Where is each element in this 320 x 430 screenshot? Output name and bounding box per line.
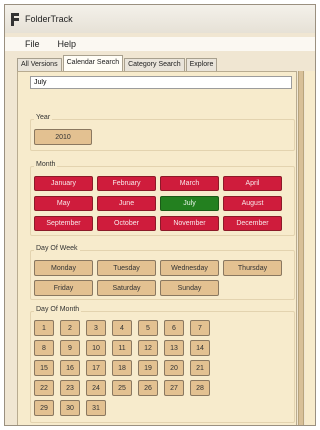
day-button-9[interactable]: 9	[60, 340, 80, 356]
day-button-21[interactable]: 21	[190, 360, 210, 376]
month-button-december[interactable]: December	[223, 216, 282, 231]
month-button-february[interactable]: February	[97, 176, 156, 191]
day-button-18[interactable]: 18	[112, 360, 132, 376]
day-button-22[interactable]: 22	[34, 380, 54, 396]
day-button-17[interactable]: 17	[86, 360, 106, 376]
day-button-24[interactable]: 24	[86, 380, 106, 396]
day-button-23[interactable]: 23	[60, 380, 80, 396]
weekday-button-monday[interactable]: Monday	[34, 260, 93, 276]
day-button-4[interactable]: 4	[112, 320, 132, 336]
day-button-19[interactable]: 19	[138, 360, 158, 376]
tab-bar: All Versions Calendar Search Category Se…	[17, 55, 218, 71]
day-of-month-group-label: Day Of Month	[34, 306, 82, 313]
right-pane	[305, 71, 315, 425]
day-button-14[interactable]: 14	[190, 340, 210, 356]
year-group-label: Year	[34, 114, 53, 121]
calendar-search-panel: Year 2010 Month JanuaryFebruaryMarchApri…	[17, 71, 297, 425]
month-button-may[interactable]: May	[34, 196, 93, 211]
day-button-26[interactable]: 26	[138, 380, 158, 396]
splitter-bar[interactable]	[298, 71, 304, 425]
month-group-label: Month	[34, 161, 58, 168]
day-button-25[interactable]: 25	[112, 380, 132, 396]
year-button-2010[interactable]: 2010	[34, 129, 92, 145]
day-button-5[interactable]: 5	[138, 320, 158, 336]
day-button-11[interactable]: 11	[112, 340, 132, 356]
day-button-1[interactable]: 1	[34, 320, 54, 336]
day-button-20[interactable]: 20	[164, 360, 184, 376]
day-of-month-group: Day Of Month 1 2 3 4 5 6 7 8 9 10 11 12 13 14 15 16 17 18…	[30, 306, 295, 423]
day-button-13[interactable]: 13	[164, 340, 184, 356]
foldertrack-logo-icon	[10, 12, 20, 26]
month-button-march[interactable]: March	[160, 176, 219, 191]
day-button-30[interactable]: 30	[60, 400, 80, 416]
month-button-august[interactable]: August	[223, 196, 282, 211]
day-button-6[interactable]: 6	[164, 320, 184, 336]
weekday-button-thursday[interactable]: Thursday	[223, 260, 282, 276]
day-button-2[interactable]: 2	[60, 320, 80, 336]
menu-file[interactable]: File	[25, 39, 40, 49]
menu-help[interactable]: Help	[58, 39, 77, 49]
day-button-15[interactable]: 15	[34, 360, 54, 376]
month-group: Month January February March April May June Ju…	[30, 161, 295, 236]
day-button-16[interactable]: 16	[60, 360, 80, 376]
menu-bar: File Help	[5, 37, 315, 51]
title-bar: FolderTrack	[5, 5, 315, 33]
day-button-7[interactable]: 7	[190, 320, 210, 336]
window-title: FolderTrack	[25, 14, 73, 24]
month-button-june[interactable]: June	[97, 196, 156, 211]
day-button-29[interactable]: 29	[34, 400, 54, 416]
month-button-october[interactable]: October	[97, 216, 156, 231]
month-button-november[interactable]: November	[160, 216, 219, 231]
day-button-28[interactable]: 28	[190, 380, 210, 396]
day-of-week-group-label: Day Of Week	[34, 245, 80, 252]
day-button-27[interactable]: 27	[164, 380, 184, 396]
weekday-button-sunday[interactable]: Sunday	[160, 280, 219, 296]
day-button-3[interactable]: 3	[86, 320, 106, 336]
weekday-button-saturday[interactable]: Saturday	[97, 280, 156, 296]
search-input[interactable]	[30, 76, 292, 89]
month-button-april[interactable]: April	[223, 176, 282, 191]
month-button-january[interactable]: January	[34, 176, 93, 191]
tab-calendar-search[interactable]: Calendar Search	[62, 55, 124, 71]
day-button-31[interactable]: 31	[86, 400, 106, 416]
tab-category-search[interactable]: Category Search	[124, 58, 185, 71]
tab-explore[interactable]: Explore	[185, 58, 218, 71]
year-group: Year 2010	[30, 114, 295, 151]
day-button-8[interactable]: 8	[34, 340, 54, 356]
tab-all-versions[interactable]: All Versions	[17, 58, 62, 71]
weekday-button-wednesday[interactable]: Wednesday	[160, 260, 219, 276]
weekday-button-tuesday[interactable]: Tuesday	[97, 260, 156, 276]
app-window: FolderTrack File Help All Versions Calen…	[4, 4, 316, 426]
day-button-10[interactable]: 10	[86, 340, 106, 356]
weekday-button-friday[interactable]: Friday	[34, 280, 93, 296]
day-button-12[interactable]: 12	[138, 340, 158, 356]
month-button-september[interactable]: September	[34, 216, 93, 231]
month-button-july[interactable]: July	[160, 196, 219, 211]
day-of-week-group: Day Of Week Monday Tuesday Wednesday Thursd…	[30, 245, 295, 300]
